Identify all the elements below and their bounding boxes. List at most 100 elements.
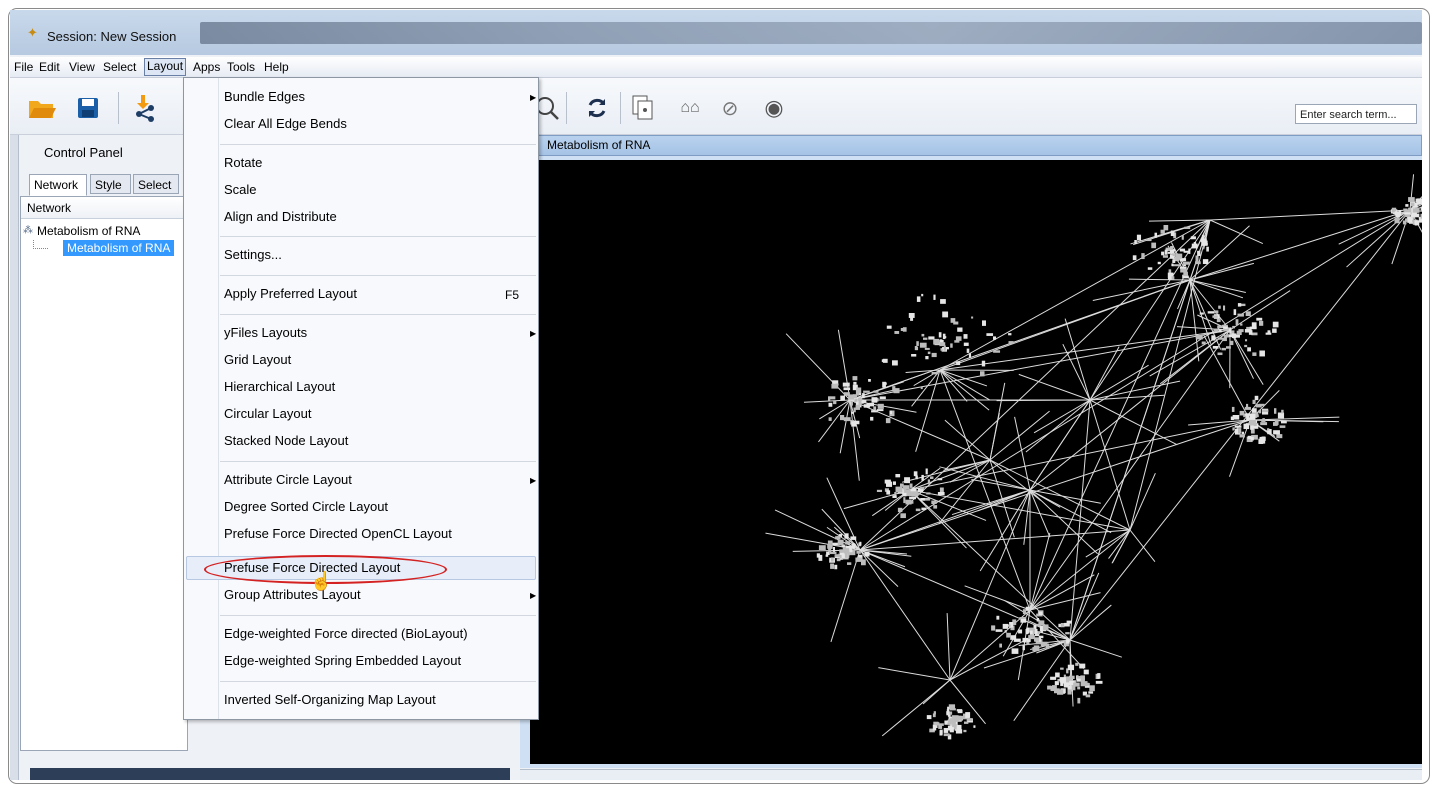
tab-style[interactable]: Style <box>90 174 131 194</box>
network-node <box>932 713 936 718</box>
hide-icon[interactable]: ⊘ <box>714 96 746 120</box>
menu-apps[interactable]: Apps <box>191 59 222 75</box>
network-node <box>1064 622 1070 627</box>
tree-child-network-selected[interactable]: Metabolism of RNA <box>63 240 175 256</box>
menu-rotate[interactable]: Rotate <box>224 152 262 174</box>
tab-network[interactable]: Network <box>29 174 87 196</box>
network-canvas[interactable] <box>530 160 1422 764</box>
network-node <box>1171 263 1174 267</box>
network-node <box>1394 217 1400 224</box>
open-folder-icon[interactable] <box>26 96 58 120</box>
network-node <box>993 336 997 340</box>
window-title: Session: New Session <box>47 29 177 44</box>
menu-scale[interactable]: Scale <box>224 179 257 201</box>
menu-stacked-node-layout[interactable]: Stacked Node Layout <box>224 430 348 452</box>
refresh-icon[interactable] <box>584 96 610 120</box>
menu-help[interactable]: Help <box>262 59 291 75</box>
network-node <box>1228 334 1235 338</box>
network-edge <box>944 419 991 461</box>
network-node <box>1274 408 1277 414</box>
menu-bundle-edges[interactable]: Bundle Edges <box>224 86 305 108</box>
tab-select[interactable]: Select <box>133 174 179 194</box>
menu-separator <box>220 461 536 462</box>
network-node <box>873 390 879 393</box>
network-node <box>1195 335 1203 340</box>
network-node <box>1420 206 1422 211</box>
network-node <box>1277 412 1285 419</box>
search-input[interactable]: Enter search term... <box>1295 104 1417 124</box>
toolbar-separator <box>118 92 119 124</box>
control-panel-title: Control Panel <box>44 145 123 160</box>
network-node <box>1261 419 1266 422</box>
network-node <box>971 316 974 319</box>
network-node <box>921 333 925 337</box>
network-node <box>933 338 940 345</box>
network-node <box>866 403 873 407</box>
network-edge <box>996 399 1091 402</box>
network-node <box>966 348 970 353</box>
left-edge-divider[interactable] <box>10 135 19 780</box>
network-node <box>879 396 886 400</box>
network-node <box>920 486 925 490</box>
menu-layout[interactable]: Layout <box>144 58 187 76</box>
network-node <box>952 724 957 728</box>
network-node <box>963 334 968 339</box>
menu-attribute-circle-layout[interactable]: Attribute Circle Layout <box>224 469 352 491</box>
network-node <box>1245 311 1251 316</box>
network-node <box>1202 259 1209 264</box>
network-edge <box>1029 329 1231 611</box>
export-icon[interactable] <box>630 95 656 120</box>
menu-edit[interactable]: Edit <box>37 59 62 75</box>
menu-align-distribute[interactable]: Align and Distribute <box>224 206 337 228</box>
network-node <box>925 468 928 475</box>
network-node <box>1180 268 1187 273</box>
network-node <box>1054 688 1060 694</box>
network-edge <box>1129 529 1156 562</box>
title-bar: ✦ Session: New Session <box>10 10 1422 55</box>
eye-icon[interactable]: ◉ <box>758 95 790 120</box>
menu-gutter <box>218 78 219 719</box>
network-node <box>1240 323 1243 326</box>
network-node <box>954 340 960 343</box>
show-all-icon[interactable]: ⌂⌂ <box>674 96 706 120</box>
network-column-header[interactable]: Network <box>21 197 187 219</box>
network-node <box>1134 240 1137 244</box>
network-node <box>957 728 961 732</box>
menu-inverted-som-layout[interactable]: Inverted Self-Organizing Map Layout <box>224 689 436 711</box>
menu-settings[interactable]: Settings... <box>224 244 282 266</box>
network-node <box>835 536 841 540</box>
network-node <box>845 541 851 545</box>
menu-tools[interactable]: Tools <box>225 59 257 75</box>
network-node <box>885 418 891 424</box>
menu-group-attributes-layout[interactable]: Group Attributes Layout <box>224 584 361 606</box>
network-node <box>1164 249 1168 255</box>
network-node <box>1181 235 1184 240</box>
network-node <box>1201 234 1204 239</box>
network-node <box>1212 315 1218 318</box>
save-icon[interactable] <box>74 96 102 120</box>
import-network-icon[interactable] <box>130 95 160 122</box>
menu-yfiles-layouts[interactable]: yFiles Layouts <box>224 322 307 344</box>
menu-edge-weighted-spring-embedded[interactable]: Edge-weighted Spring Embedded Layout <box>224 650 461 672</box>
menu-clear-edge-bends[interactable]: Clear All Edge Bends <box>224 113 347 135</box>
network-node <box>832 542 838 546</box>
menu-view[interactable]: View <box>67 59 97 75</box>
menu-apply-preferred-layout[interactable]: Apply Preferred Layout <box>224 283 357 305</box>
menu-hierarchical-layout[interactable]: Hierarchical Layout <box>224 376 335 398</box>
network-node <box>892 360 898 366</box>
tree-root-network[interactable]: Metabolism of RNA <box>37 224 140 238</box>
app-icon: ✦ <box>27 25 38 40</box>
network-node <box>1002 623 1009 629</box>
network-node <box>876 489 883 493</box>
network-node <box>818 545 826 551</box>
menu-grid-layout[interactable]: Grid Layout <box>224 349 291 371</box>
menu-circular-layout[interactable]: Circular Layout <box>224 403 311 425</box>
network-node <box>903 497 906 504</box>
menu-file[interactable]: File <box>12 59 35 75</box>
submenu-arrow-icon: ▶ <box>530 591 537 600</box>
menu-select[interactable]: Select <box>101 59 138 75</box>
menu-prefuse-opencl-layout[interactable]: Prefuse Force Directed OpenCL Layout <box>224 523 452 545</box>
network-node <box>828 402 833 407</box>
menu-degree-sorted-circle-layout[interactable]: Degree Sorted Circle Layout <box>224 496 388 518</box>
menu-edge-weighted-force-directed[interactable]: Edge-weighted Force directed (BioLayout) <box>224 623 468 645</box>
